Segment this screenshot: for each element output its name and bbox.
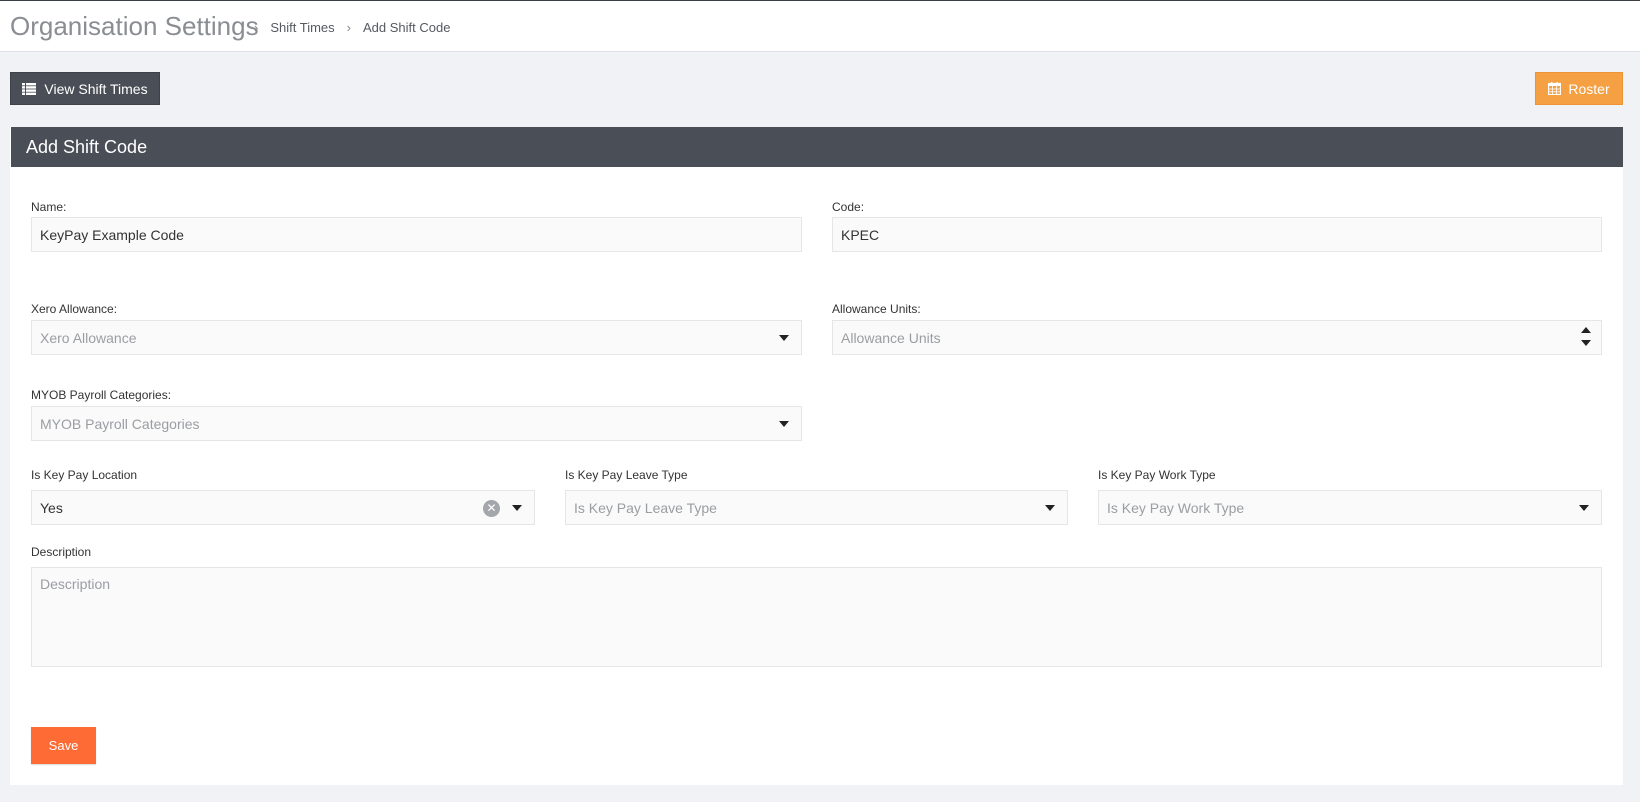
allowance-units-input[interactable]: Allowance Units bbox=[832, 320, 1602, 355]
arrow-down-icon[interactable] bbox=[1581, 340, 1591, 346]
list-icon bbox=[22, 82, 37, 95]
allowance-units-label: Allowance Units: bbox=[832, 302, 921, 316]
name-value: KeyPay Example Code bbox=[40, 226, 184, 243]
panel-title: Add Shift Code bbox=[11, 127, 1623, 167]
page-header: Organisation Settings › Shift Times › Ad… bbox=[0, 1, 1640, 52]
code-input[interactable]: KPEC bbox=[832, 217, 1602, 252]
myob-payroll-select[interactable]: MYOB Payroll Categories bbox=[31, 406, 802, 441]
arrow-up-icon[interactable] bbox=[1581, 327, 1591, 333]
kp-work-type-label: Is Key Pay Work Type bbox=[1098, 468, 1216, 482]
view-shift-times-button[interactable]: View Shift Times bbox=[10, 72, 160, 105]
page-title: Organisation Settings bbox=[10, 11, 259, 41]
code-label: Code: bbox=[832, 200, 865, 214]
breadcrumb: › Shift Times › Add Shift Code bbox=[242, 20, 450, 35]
name-input[interactable]: KeyPay Example Code bbox=[31, 217, 802, 252]
caret-down-icon bbox=[1579, 504, 1589, 511]
caret-down-icon bbox=[1045, 504, 1055, 511]
kp-location-select[interactable]: Yes ✕ bbox=[31, 490, 535, 525]
chevron-right-icon: › bbox=[346, 20, 351, 35]
clear-icon[interactable]: ✕ bbox=[483, 500, 500, 517]
breadcrumb-add-shift-code: Add Shift Code bbox=[362, 20, 451, 35]
description-textarea[interactable]: Description bbox=[31, 567, 1602, 667]
kp-leave-type-placeholder: Is Key Pay Leave Type bbox=[574, 499, 717, 516]
breadcrumb-shift-times[interactable]: Shift Times bbox=[270, 20, 334, 35]
myob-payroll-label: MYOB Payroll Categories: bbox=[31, 388, 172, 402]
kp-work-type-select[interactable]: Is Key Pay Work Type bbox=[1098, 490, 1602, 525]
roster-button[interactable]: Roster bbox=[1535, 72, 1623, 105]
code-value: KPEC bbox=[841, 226, 880, 243]
xero-allowance-placeholder: Xero Allowance bbox=[40, 329, 137, 346]
chevron-right-icon: › bbox=[254, 20, 259, 35]
caret-down-icon bbox=[779, 420, 789, 427]
name-label: Name: bbox=[31, 200, 67, 214]
caret-down-icon bbox=[512, 504, 522, 511]
description-label: Description bbox=[31, 545, 92, 559]
xero-allowance-label: Xero Allowance: bbox=[31, 302, 118, 316]
caret-down-icon bbox=[779, 334, 789, 341]
save-button[interactable]: Save bbox=[31, 727, 96, 764]
description-placeholder: Description bbox=[40, 576, 111, 592]
view-shift-times-label: View Shift Times bbox=[44, 80, 148, 97]
number-stepper[interactable] bbox=[1581, 327, 1591, 346]
xero-allowance-select[interactable]: Xero Allowance bbox=[31, 320, 802, 355]
calendar-icon bbox=[1548, 82, 1562, 95]
kp-leave-type-label: Is Key Pay Leave Type bbox=[565, 468, 688, 482]
kp-work-type-placeholder: Is Key Pay Work Type bbox=[1107, 499, 1245, 516]
kp-location-label: Is Key Pay Location bbox=[31, 468, 138, 482]
myob-payroll-placeholder: MYOB Payroll Categories bbox=[40, 415, 200, 432]
kp-location-value: Yes bbox=[40, 499, 63, 516]
kp-leave-type-select[interactable]: Is Key Pay Leave Type bbox=[565, 490, 1068, 525]
allowance-units-placeholder: Allowance Units bbox=[841, 329, 941, 346]
roster-label: Roster bbox=[1568, 80, 1610, 97]
